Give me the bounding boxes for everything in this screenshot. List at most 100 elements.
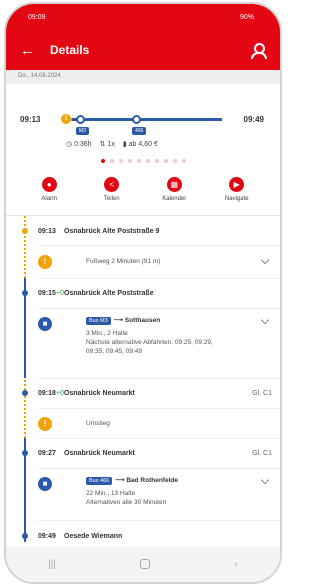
ride-info: 22 Min., 13 Halte bbox=[86, 490, 136, 497]
pager-dot[interactable] bbox=[136, 159, 141, 163]
duration-value: 0:36h bbox=[74, 141, 92, 148]
destination: Bad Rothenfelde bbox=[126, 477, 178, 484]
page-title: Details bbox=[50, 43, 90, 57]
departure-time: 09:13 bbox=[20, 115, 41, 124]
alternatives-line-2: 09:35, 09:45, 09:49 bbox=[86, 348, 143, 355]
chevron-down-icon[interactable] bbox=[260, 315, 270, 325]
home-icon[interactable] bbox=[140, 559, 151, 569]
track-label: Gl. C1 bbox=[252, 389, 272, 397]
stop-name: Oesede Wiemann bbox=[64, 532, 123, 540]
stop-name: Osnabrück Alte Poststraße bbox=[64, 289, 154, 297]
stop-row[interactable]: 09:15+0 Osnabrück Alte Poststraße bbox=[6, 278, 280, 308]
line-badge-m3: M3 bbox=[76, 127, 89, 135]
pager-dots[interactable] bbox=[6, 159, 280, 163]
timeline-stop-dot bbox=[76, 115, 85, 124]
line-badge: Bus 466 bbox=[86, 477, 113, 485]
calendar-icon: ▦ bbox=[166, 177, 182, 192]
stop-time-value: 09:15 bbox=[38, 289, 56, 297]
pager-dot[interactable] bbox=[145, 159, 150, 163]
pager-dot[interactable] bbox=[100, 159, 105, 163]
stop-time: 09:27 bbox=[38, 449, 56, 457]
track-label: Gl. C1 bbox=[252, 449, 272, 457]
pager-dot[interactable] bbox=[181, 159, 186, 163]
pager-dot[interactable] bbox=[154, 159, 159, 163]
route-details: 09:13 Osnabrück Alte Poststraße 9 ! Fußw… bbox=[6, 216, 280, 556]
android-nav-bar: ||| ‹ bbox=[6, 546, 280, 582]
app-bar: ← Details bbox=[6, 30, 280, 70]
bus-segment[interactable]: ■ Bus M3 ⟶ Sutthausen 3 Min., 2 Halte Näc… bbox=[6, 309, 280, 377]
navigate-button[interactable]: ▶ Navigate bbox=[213, 176, 261, 215]
destination: Sutthausen bbox=[124, 317, 161, 324]
walk-segment[interactable]: ! Fußweg 2 Minuten (91 m) bbox=[6, 246, 280, 278]
ride-info: 3 Min., 2 Halte bbox=[86, 330, 128, 337]
ride-segment-bar bbox=[72, 118, 222, 121]
walk-info-icon: ! bbox=[38, 255, 52, 269]
changes-value: 1x bbox=[107, 141, 115, 148]
play-icon: ▶ bbox=[229, 177, 245, 192]
status-icons: 90% bbox=[239, 13, 254, 21]
bus-segment[interactable]: ■ Bus 466 ⟶ Bad Rothenfelde 22 Min., 13 H… bbox=[6, 469, 280, 519]
user-icon[interactable] bbox=[250, 42, 267, 59]
calendar-button[interactable]: ▦ Kalender bbox=[150, 176, 198, 215]
bell-icon: ● bbox=[41, 177, 57, 192]
stop-name: Osnabrück Neumarkt bbox=[64, 449, 135, 457]
stop-time: 09:18+0 bbox=[6, 390, 64, 397]
pager-dot[interactable] bbox=[127, 159, 132, 163]
alarm-label: Alarm bbox=[41, 196, 58, 202]
alternatives-line-1: Nächste alternative Abfahrten: 09:25, 09… bbox=[86, 339, 213, 346]
alarm-button[interactable]: ● Alarm bbox=[25, 176, 73, 215]
action-bar: ● Alarm < Teilen ▦ Kalender ▶ Navigate bbox=[6, 176, 280, 216]
stop-dot bbox=[22, 228, 28, 234]
share-label: Teilen bbox=[103, 196, 120, 202]
alternatives-line: Alternativen alle 30 Minuten bbox=[86, 499, 167, 506]
stop-dot bbox=[22, 390, 28, 396]
delay-value: +0 bbox=[55, 389, 64, 397]
bus-segment-details: Bus 466 ⟶ Bad Rothenfelde 22 Min., 13 Hal… bbox=[86, 476, 178, 507]
bus-icon: ■ bbox=[38, 317, 52, 331]
stop-time: 09:49 bbox=[38, 532, 56, 540]
date-label: Do., 14.08.2024 bbox=[6, 70, 280, 84]
stop-row[interactable]: 09:13 Osnabrück Alte Poststraße 9 bbox=[6, 216, 280, 246]
walk-text: Fußweg 2 Minuten (91 m) bbox=[86, 258, 161, 265]
stop-dot bbox=[22, 450, 28, 456]
transfer-info-icon: ! bbox=[38, 417, 52, 431]
stop-name: Osnabrück Alte Poststraße 9 bbox=[64, 227, 160, 235]
stop-dot bbox=[22, 290, 28, 296]
chevron-down-icon[interactable] bbox=[260, 475, 270, 485]
recent-apps-icon[interactable]: ||| bbox=[48, 559, 56, 570]
line-badge: Bus M3 bbox=[86, 317, 111, 325]
bus-segment-details: Bus M3 ⟶ Sutthausen 3 Min., 2 Halte Nächs… bbox=[86, 316, 213, 356]
trip-summary[interactable]: 09:13 ! M3 466 09:49 ◷ 0:36h ⇅ 1x ▮ ab 4… bbox=[6, 84, 280, 176]
share-button[interactable]: < Teilen bbox=[88, 176, 136, 215]
phone-frame: 09:09 90% ← Details Do., 14.08.2024 09:1… bbox=[4, 2, 282, 584]
ticket-icon: ▮ bbox=[122, 141, 127, 148]
pager-dot[interactable] bbox=[172, 159, 177, 163]
back-arrow-icon[interactable]: ← bbox=[20, 42, 46, 59]
transfer-segment: ! Umstieg bbox=[6, 409, 280, 439]
direction-arrow-icon: ⟶ bbox=[115, 477, 127, 484]
chevron-down-icon[interactable] bbox=[260, 255, 270, 265]
stop-name: Osnabrück Neumarkt bbox=[64, 389, 135, 397]
stop-row[interactable]: 09:27 Osnabrück Neumarkt Gl. C1 bbox=[6, 438, 280, 468]
back-icon[interactable]: ‹ bbox=[235, 559, 238, 570]
changes: ⇅ 1x bbox=[100, 140, 115, 148]
duration: ◷ 0:36h bbox=[66, 140, 92, 148]
bus-icon: ■ bbox=[38, 477, 52, 491]
stop-row[interactable]: 09:18+0 Osnabrück Neumarkt Gl. C1 bbox=[6, 378, 280, 408]
pager-dot[interactable] bbox=[118, 159, 123, 163]
line-badge-466: 466 bbox=[132, 127, 147, 135]
stop-time-value: 09:18 bbox=[38, 389, 56, 397]
transfer-text: Umstieg bbox=[86, 420, 110, 427]
stop-time: 09:13 bbox=[38, 227, 56, 235]
transfer-icon: ⇅ bbox=[99, 141, 106, 148]
price: ▮ ab 4,60 € bbox=[123, 140, 158, 148]
status-bar: 09:09 90% bbox=[6, 4, 280, 30]
navigate-label: Navigate bbox=[224, 196, 249, 202]
stop-time: 09:15+0 bbox=[6, 290, 64, 297]
calendar-label: Kalender bbox=[162, 196, 187, 202]
pager-dot[interactable] bbox=[109, 159, 114, 163]
arrival-time: 09:49 bbox=[243, 115, 264, 124]
pager-dot[interactable] bbox=[163, 159, 168, 163]
price-value: ab 4,60 € bbox=[128, 141, 158, 148]
warning-icon: ! bbox=[61, 114, 71, 124]
